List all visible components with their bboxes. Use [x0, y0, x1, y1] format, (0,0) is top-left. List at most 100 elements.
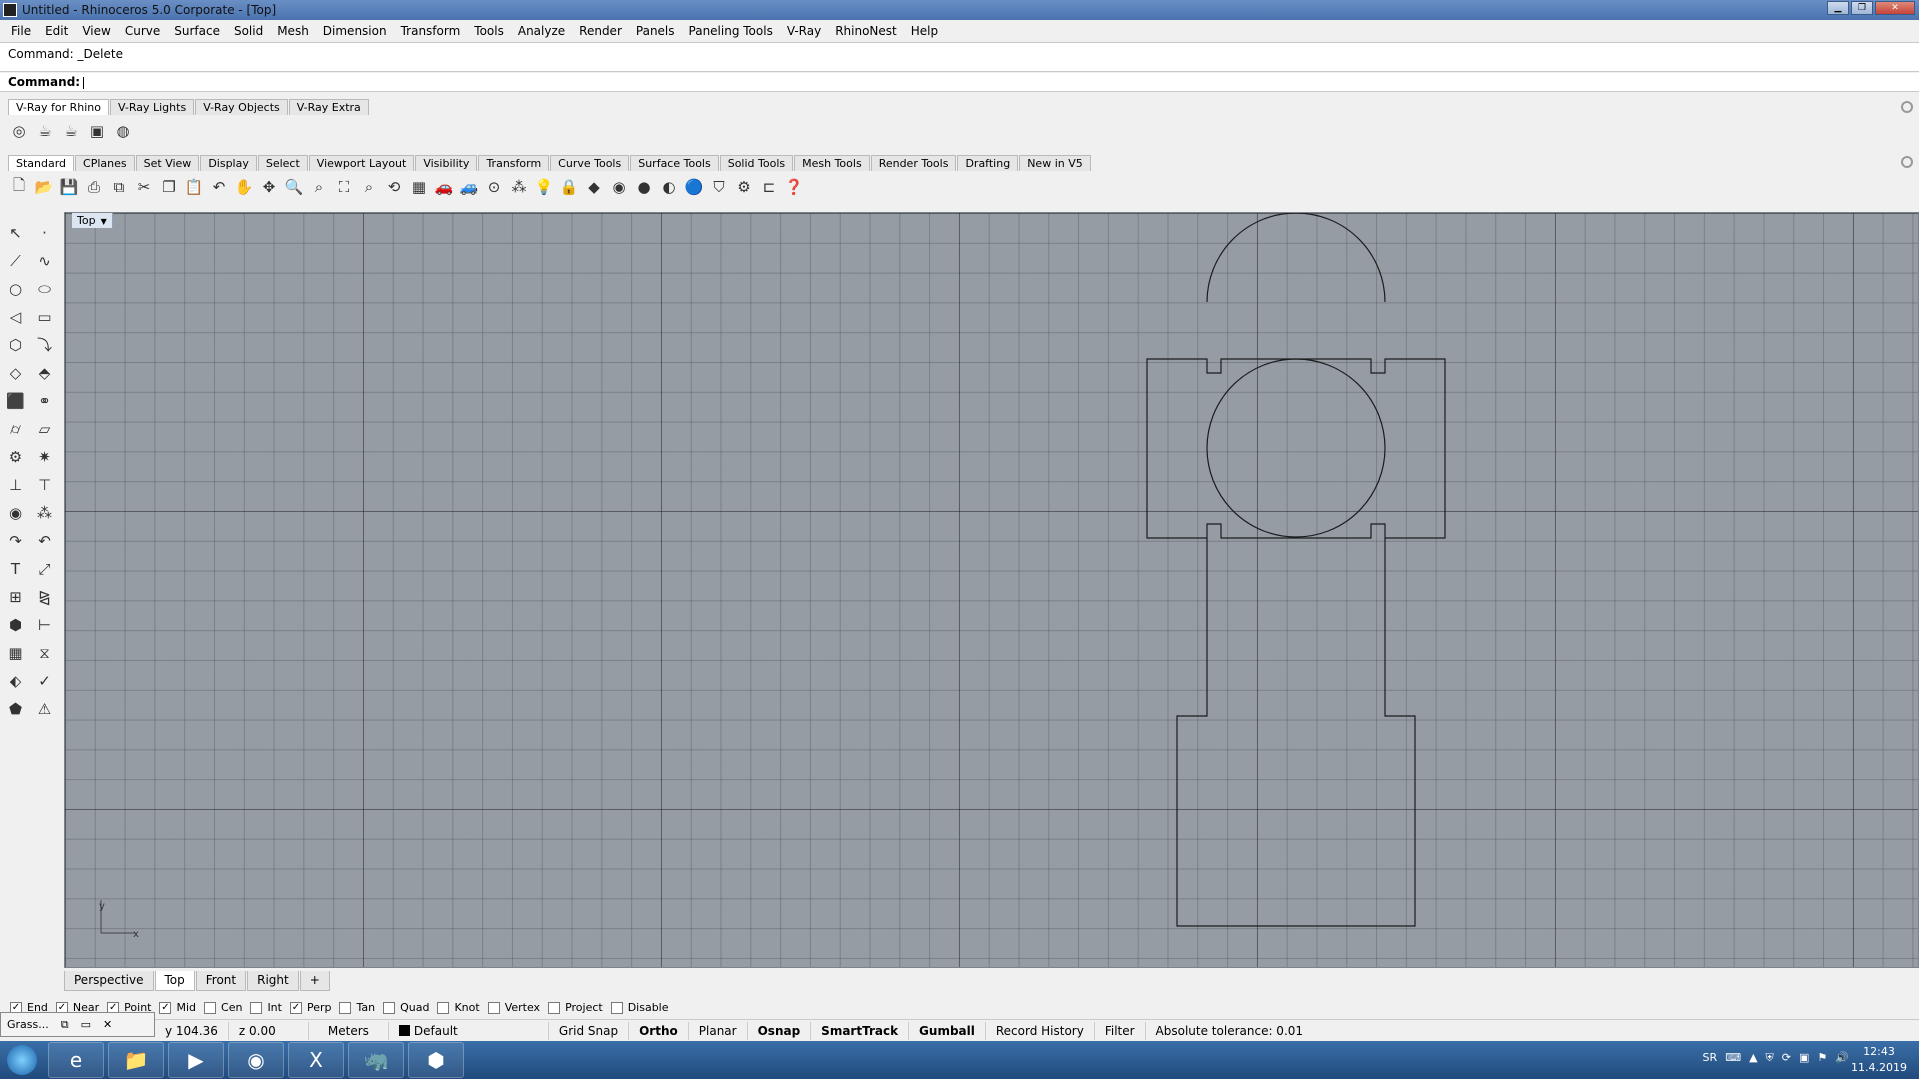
- render-sphere-icon[interactable]: ◐: [658, 176, 680, 198]
- rhino-taskbar-icon[interactable]: 🦏: [348, 1042, 404, 1078]
- restore-icon[interactable]: ⧉: [61, 1018, 69, 1032]
- cplane-icon[interactable]: ⊙: [483, 176, 505, 198]
- ortho-toggle[interactable]: Ortho: [629, 1021, 689, 1040]
- osnap-disable-checkbox[interactable]: [610, 1001, 623, 1014]
- osnap-vertex-checkbox[interactable]: [487, 1001, 500, 1014]
- scale-icon[interactable]: ⤢: [31, 557, 58, 580]
- point-icon[interactable]: ·: [31, 221, 58, 244]
- osnap-perp[interactable]: ✓ Perp: [289, 1001, 331, 1014]
- grid-snap-toggle[interactable]: Grid Snap: [549, 1021, 630, 1040]
- maximize-icon[interactable]: ▭: [81, 1018, 91, 1031]
- osnap-tan[interactable]: Tan: [339, 1001, 375, 1014]
- tab-viewport-layout[interactable]: Viewport Layout: [308, 155, 415, 171]
- block-icon[interactable]: ⬢: [2, 613, 29, 636]
- menu-vray[interactable]: V-Ray: [780, 24, 828, 38]
- layer-icon[interactable]: ◆: [583, 176, 605, 198]
- command-prompt[interactable]: Command:: [0, 73, 1919, 92]
- close-button[interactable]: ✕: [1875, 1, 1915, 15]
- vray-material-editor-icon[interactable]: ◍: [112, 120, 134, 142]
- mesh-gear-icon[interactable]: ⚙: [2, 445, 29, 468]
- light-bulb-icon[interactable]: 💡: [533, 176, 555, 198]
- trim-icon[interactable]: ⊥: [2, 473, 29, 496]
- lock-icon[interactable]: 🔒: [558, 176, 580, 198]
- media-player-icon[interactable]: ▶: [168, 1042, 224, 1078]
- osnap-perp-checkbox[interactable]: ✓: [289, 1001, 302, 1014]
- select-points-icon[interactable]: ⁂: [508, 176, 530, 198]
- menu-help[interactable]: Help: [904, 24, 945, 38]
- rhino-app-icon[interactable]: [3, 3, 17, 17]
- minimize-button[interactable]: ▁: [1827, 1, 1849, 15]
- filter-icon[interactable]: ⛉: [708, 176, 730, 198]
- print-icon[interactable]: ⎙: [83, 176, 105, 198]
- language-indicator[interactable]: SR: [1703, 1051, 1718, 1065]
- tray-network-icon[interactable]: ▲: [1749, 1051, 1757, 1065]
- cut-icon[interactable]: ✂: [133, 176, 155, 198]
- text-icon[interactable]: T: [2, 557, 29, 580]
- pan-hand-icon[interactable]: ✋: [233, 176, 255, 198]
- tray-flag-icon[interactable]: ⚑: [1817, 1051, 1827, 1065]
- osnap-int-checkbox[interactable]: [250, 1001, 263, 1014]
- tab-new-in-v5[interactable]: New in V5: [1019, 155, 1091, 171]
- new-file-icon[interactable]: 🗋: [8, 176, 30, 198]
- array-icon[interactable]: ⊞: [2, 585, 29, 608]
- osnap-knot-checkbox[interactable]: [437, 1001, 450, 1014]
- osnap-project-checkbox[interactable]: [548, 1001, 561, 1014]
- grid-array-icon[interactable]: ▦: [2, 641, 29, 664]
- group-icon[interactable]: ⁂: [31, 501, 58, 524]
- rotate-view-icon[interactable]: ⟲: [383, 176, 405, 198]
- osnap-knot[interactable]: Knot: [437, 1001, 480, 1014]
- tab-drafting[interactable]: Drafting: [957, 155, 1019, 171]
- gumball-toggle[interactable]: Gumball: [909, 1021, 986, 1040]
- vray-options-icon[interactable]: ◎: [8, 120, 30, 142]
- grasshopper-minimized-window[interactable]: Grass... ⧉ ▭ ✕: [0, 1012, 155, 1037]
- tab-vray-lights[interactable]: V-Ray Lights: [110, 99, 195, 115]
- box-icon[interactable]: ⬛: [2, 389, 29, 412]
- help-icon[interactable]: ❓: [783, 176, 805, 198]
- undo-icon[interactable]: ↶: [208, 176, 230, 198]
- menu-edit[interactable]: Edit: [38, 24, 75, 38]
- tab-mesh-tools[interactable]: Mesh Tools: [794, 155, 870, 171]
- vray-gear-icon[interactable]: [1901, 101, 1913, 113]
- menu-analyze[interactable]: Analyze: [511, 24, 572, 38]
- osnap-toggle[interactable]: Osnap: [748, 1021, 812, 1040]
- tab-perspective[interactable]: Perspective: [64, 971, 154, 991]
- menu-rhinonest[interactable]: RhinoNest: [828, 24, 904, 38]
- osnap-quad-checkbox[interactable]: [383, 1001, 396, 1014]
- menu-surface[interactable]: Surface: [167, 24, 227, 38]
- paste-icon[interactable]: 📋: [183, 176, 205, 198]
- chrome-icon[interactable]: ◉: [228, 1042, 284, 1078]
- planar-surface-icon[interactable]: ▱: [31, 417, 58, 440]
- menu-panels[interactable]: Panels: [629, 24, 682, 38]
- options-gear-icon[interactable]: ⚙: [733, 176, 755, 198]
- surface-corner-icon[interactable]: ◇: [2, 361, 29, 384]
- start-button[interactable]: [0, 1041, 44, 1079]
- tray-monitor-icon[interactable]: ▣: [1799, 1051, 1809, 1065]
- rectangle-icon[interactable]: ▭: [31, 305, 58, 328]
- curve-icon[interactable]: ∿: [31, 249, 58, 272]
- arc-icon[interactable]: ◁: [2, 305, 29, 328]
- vray-rt-icon[interactable]: ☕: [60, 120, 82, 142]
- tray-sync-icon[interactable]: ⟳: [1782, 1051, 1791, 1065]
- osnap-quad[interactable]: Quad: [383, 1001, 429, 1014]
- sketchup-icon[interactable]: ⬢: [408, 1042, 464, 1078]
- tab-front[interactable]: Front: [195, 971, 247, 991]
- tab-solid-tools[interactable]: Solid Tools: [719, 155, 794, 171]
- menu-tools[interactable]: Tools: [467, 24, 511, 38]
- car-icon[interactable]: 🚗: [433, 176, 455, 198]
- add-viewport-tab[interactable]: +: [299, 971, 330, 991]
- light-icon[interactable]: ⚠: [31, 697, 58, 720]
- tab-visibility[interactable]: Visibility: [415, 155, 478, 171]
- analyze-icon[interactable]: ⧖: [31, 641, 58, 664]
- file-explorer-icon[interactable]: 📁: [108, 1042, 164, 1078]
- menu-view[interactable]: View: [75, 24, 117, 38]
- tab-vray-extra[interactable]: V-Ray Extra: [288, 99, 369, 115]
- check-icon[interactable]: ✓: [31, 669, 58, 692]
- tab-display[interactable]: Display: [200, 155, 257, 171]
- osnap-tan-checkbox[interactable]: [339, 1001, 352, 1014]
- render-icon[interactable]: ⬟: [2, 697, 29, 720]
- osnap-disable[interactable]: Disable: [610, 1001, 669, 1014]
- polyline-icon[interactable]: ⟋: [2, 249, 29, 272]
- tab-top[interactable]: Top: [154, 971, 195, 991]
- explode-icon[interactable]: ✷: [31, 445, 58, 468]
- status-layer[interactable]: Default: [389, 1021, 549, 1040]
